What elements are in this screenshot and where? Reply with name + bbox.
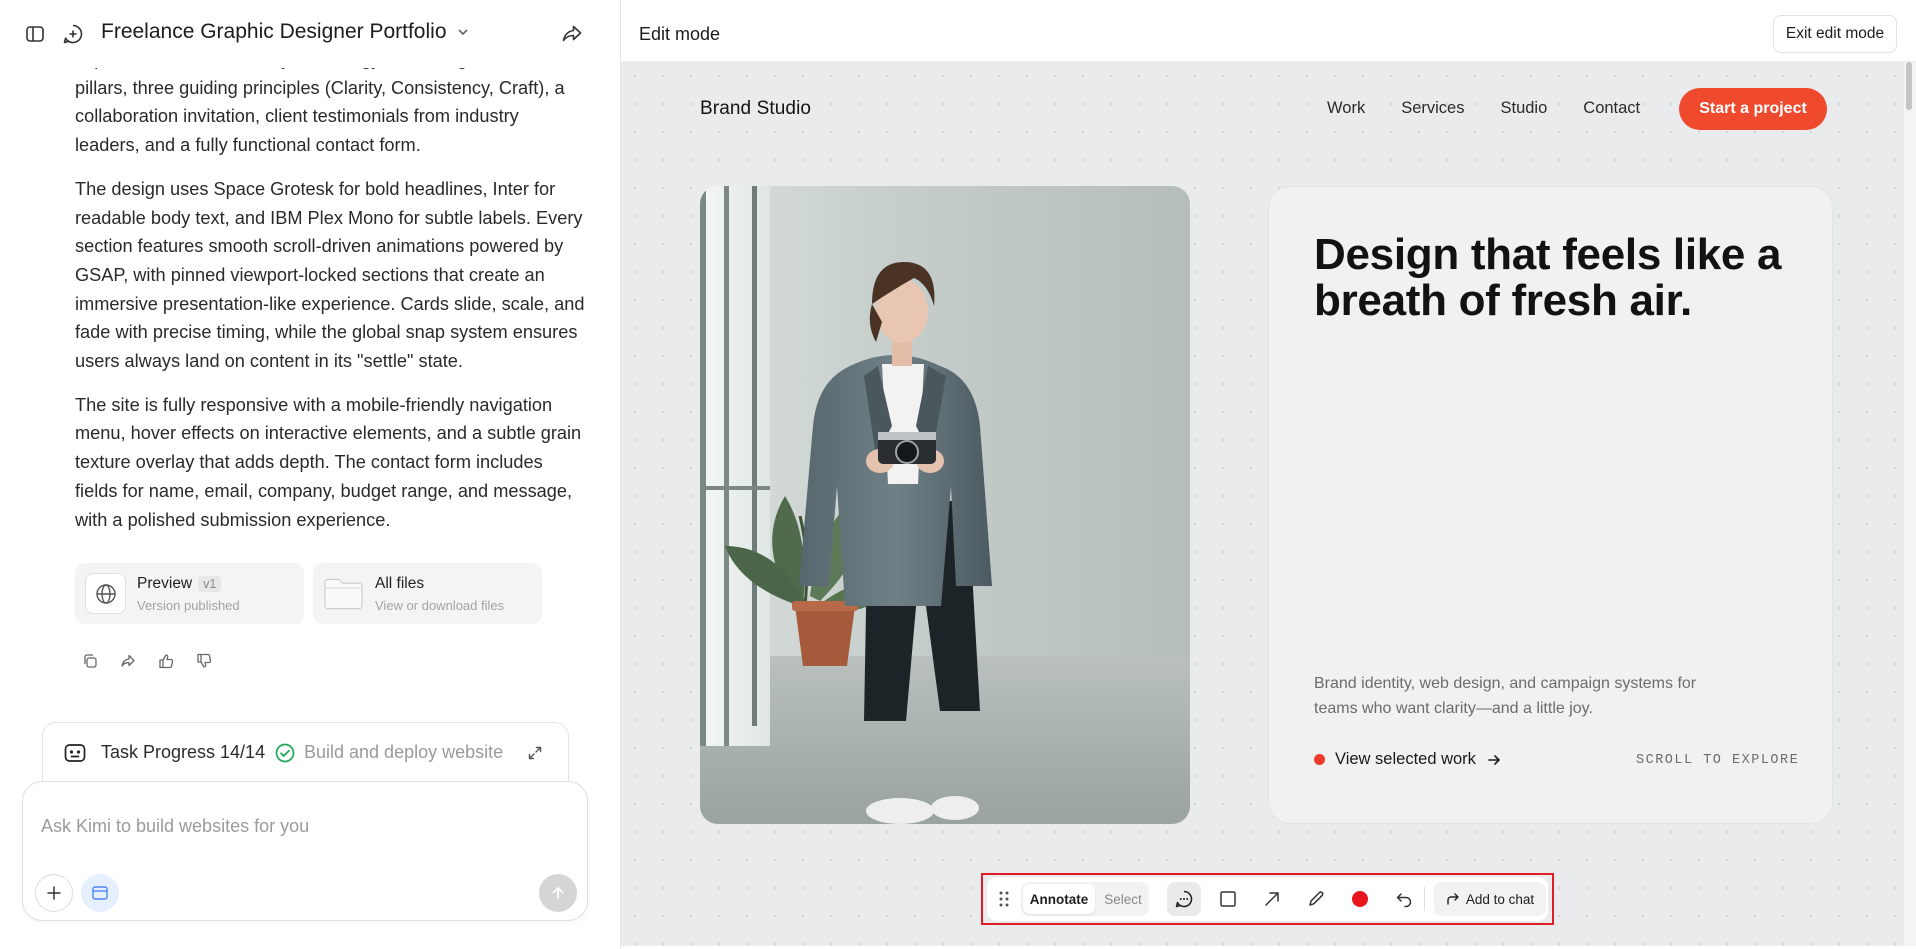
toolbar-divider bbox=[1424, 887, 1425, 911]
project-title: Freelance Graphic Designer Portfolio bbox=[101, 20, 447, 43]
hero-card: Design that feels like a breath of fresh… bbox=[1268, 186, 1833, 824]
site-brand[interactable]: Brand Studio bbox=[700, 98, 811, 120]
result-cards: Preview v1 Version published All files V… bbox=[75, 563, 542, 624]
edit-mode-title: Edit mode bbox=[639, 24, 721, 44]
comment-icon[interactable] bbox=[1167, 882, 1201, 916]
project-title-dropdown[interactable]: Freelance Graphic Designer Portfolio bbox=[101, 20, 471, 44]
site-preview[interactable]: Brand Studio Work Services Studio Contac… bbox=[621, 62, 1904, 946]
arrow-right-icon bbox=[1488, 754, 1500, 765]
preview-card[interactable]: Preview v1 Version published bbox=[75, 563, 304, 624]
nav-item-contact[interactable]: Contact bbox=[1583, 99, 1640, 118]
exit-edit-mode-button[interactable]: Exit edit mode bbox=[1773, 15, 1897, 53]
start-project-button[interactable]: Start a project bbox=[1679, 88, 1827, 130]
scroll-hint: SCROLL TO EXPLORE bbox=[1636, 753, 1800, 768]
preview-header: Edit mode Exit edit mode bbox=[621, 0, 1916, 62]
chevron-down-icon bbox=[457, 29, 468, 36]
preview-card-title: Preview bbox=[137, 575, 193, 592]
view-selected-work-link[interactable]: View selected work bbox=[1314, 750, 1502, 769]
browser-window-icon bbox=[92, 886, 108, 900]
plus-icon bbox=[47, 886, 61, 900]
copy-icon[interactable] bbox=[80, 651, 100, 671]
chat-input[interactable] bbox=[41, 796, 561, 856]
task-progress-label: Task Progress 14/14 bbox=[101, 742, 266, 762]
new-chat-icon[interactable] bbox=[61, 22, 85, 46]
task-status: Build and deploy website bbox=[304, 742, 504, 762]
select-mode-button[interactable]: Select bbox=[1099, 884, 1147, 914]
hero-photo bbox=[700, 186, 1190, 824]
add-attachment-button[interactable] bbox=[35, 874, 73, 912]
files-card-subtitle: View or download files bbox=[375, 598, 505, 613]
hero-headline: Design that feels like a breath of fresh… bbox=[1314, 230, 1782, 325]
chat-topbar: Freelance Graphic Designer Portfolio bbox=[0, 0, 620, 68]
add-to-chat-label: Add to chat bbox=[1465, 891, 1535, 907]
arrow-up-icon bbox=[552, 887, 564, 899]
annotation-toolbar: Annotate Select Add to chat bbox=[987, 877, 1548, 921]
expand-icon[interactable] bbox=[527, 745, 543, 761]
files-card-title: All files bbox=[375, 575, 425, 592]
add-to-chat-button[interactable]: Add to chat bbox=[1434, 882, 1546, 916]
rectangle-icon[interactable] bbox=[1215, 886, 1241, 912]
arrow-icon[interactable] bbox=[1259, 886, 1285, 912]
files-card[interactable]: All files View or download files bbox=[313, 563, 542, 624]
share-icon[interactable] bbox=[118, 651, 138, 671]
forward-arrow-icon bbox=[1447, 893, 1459, 905]
message-paragraph: The design uses Space Grotesk for bold h… bbox=[75, 178, 585, 372]
nav-item-work[interactable]: Work bbox=[1327, 99, 1365, 118]
thumbs-up-icon[interactable] bbox=[156, 651, 176, 671]
hero-subtext: Brand identity, web design, and campaign… bbox=[1314, 675, 1697, 717]
app-window: explanation with Discovery & Strategy an… bbox=[0, 0, 1916, 949]
robot-icon bbox=[64, 744, 86, 762]
assistant-message: explanation with Discovery & Strategy an… bbox=[75, 45, 585, 549]
pencil-icon[interactable] bbox=[1303, 886, 1329, 912]
undo-icon[interactable] bbox=[1391, 886, 1417, 912]
annotate-mode-button[interactable]: Annotate bbox=[1023, 884, 1095, 914]
site-nav: Work Services Studio Contact bbox=[1327, 99, 1640, 118]
status-dot bbox=[1314, 754, 1325, 765]
mode-switch: Annotate Select bbox=[1021, 882, 1149, 916]
view-selected-work-label: View selected work bbox=[1335, 750, 1476, 768]
folder-icon bbox=[323, 573, 364, 614]
preview-card-subtitle: Version published bbox=[137, 598, 240, 613]
nav-item-studio[interactable]: Studio bbox=[1500, 99, 1547, 118]
send-button[interactable] bbox=[539, 874, 577, 912]
chat-panel: explanation with Discovery & Strategy an… bbox=[0, 0, 621, 949]
chat-composer bbox=[22, 781, 588, 921]
drag-handle-icon[interactable] bbox=[991, 886, 1017, 912]
thumbs-down-icon[interactable] bbox=[194, 651, 214, 671]
version-badge: v1 bbox=[198, 576, 222, 592]
website-mode-button[interactable] bbox=[81, 874, 119, 912]
check-circle-icon bbox=[275, 743, 295, 763]
preview-panel: Edit mode Exit edit mode Brand Studio Wo… bbox=[621, 0, 1916, 949]
scrollbar-thumb[interactable] bbox=[1906, 62, 1912, 110]
nav-item-services[interactable]: Services bbox=[1401, 99, 1464, 118]
sidebar-toggle-icon[interactable] bbox=[23, 22, 47, 46]
share-icon[interactable] bbox=[560, 22, 584, 46]
scrollbar-track bbox=[1904, 62, 1916, 946]
globe-icon bbox=[85, 573, 126, 614]
color-dot-icon[interactable] bbox=[1347, 886, 1373, 912]
message-paragraph: The site is fully responsive with a mobi… bbox=[75, 394, 582, 530]
message-actions bbox=[80, 651, 214, 671]
task-progress[interactable]: Task Progress 14/14 Build and deploy web… bbox=[42, 722, 569, 782]
